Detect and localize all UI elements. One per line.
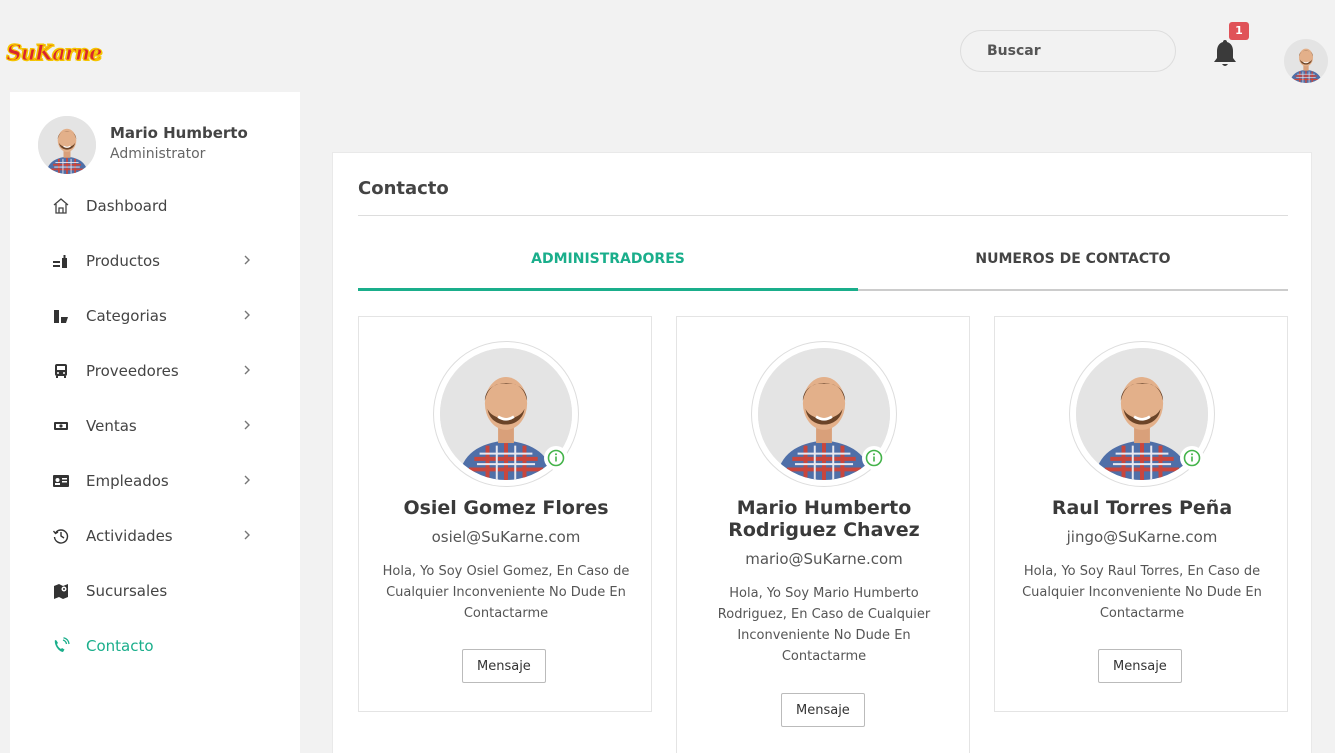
notification-badge: 1	[1229, 22, 1249, 40]
sidebar-item-categorias[interactable]: Categorias	[10, 288, 300, 343]
contact-description: Hola, Yo Soy Mario Humberto Rodriguez, E…	[717, 586, 931, 664]
profile-name: Mario Humberto	[110, 124, 248, 142]
bus-icon	[52, 362, 72, 380]
id-card-icon	[52, 472, 72, 490]
chevron-right-icon	[244, 255, 250, 265]
sidebar-item-actividades[interactable]: Actividades	[10, 508, 300, 563]
brand-logo[interactable]: SuKarne	[6, 36, 103, 68]
contact-avatar-frame	[433, 341, 579, 487]
sidebar-item-label: Productos	[86, 251, 160, 270]
user-avatar[interactable]	[1284, 39, 1328, 83]
info-status-icon[interactable]	[1180, 446, 1204, 470]
search-input[interactable]	[987, 43, 1183, 59]
sidebar-item-label: Proveedores	[86, 361, 179, 380]
contact-avatar-frame	[1069, 341, 1215, 487]
sidebar-item-label: Dashboard	[86, 196, 168, 215]
home-icon	[52, 197, 72, 215]
contact-email: jingo@SuKarne.com	[1066, 528, 1218, 546]
tab-administradores[interactable]: ADMINISTRADORES	[358, 247, 858, 291]
sidebar-menu: Dashboard Productos Categorias Proveedor…	[10, 178, 300, 673]
contact-card: Mario Humberto Rodriguez Chavez mario@Su…	[676, 316, 970, 753]
contact-panel: Contacto ADMINISTRADORES NUMEROS DE CONT…	[332, 152, 1312, 753]
sidebar-item-label: Ventas	[86, 416, 137, 435]
profile-avatar	[38, 116, 96, 174]
money-icon	[52, 417, 72, 435]
sidebar-item-label: Sucursales	[86, 581, 168, 600]
bell-icon[interactable]	[1213, 38, 1237, 68]
sidebar-item-productos[interactable]: Productos	[10, 233, 300, 288]
tab-bar: ADMINISTRADORES NUMEROS DE CONTACTO	[358, 247, 1288, 291]
chevron-right-icon	[244, 475, 250, 485]
phone-icon	[52, 636, 72, 655]
contact-card: Raul Torres Peña jingo@SuKarne.com Hola,…	[994, 316, 1288, 712]
avatar-image	[38, 116, 96, 174]
chevron-right-icon	[244, 530, 250, 540]
chevron-right-icon	[244, 365, 250, 375]
title-divider	[358, 215, 1288, 216]
sidebar-item-label: Actividades	[86, 526, 173, 545]
profile-role: Administrator	[110, 146, 206, 162]
top-bar: SuKarne 1	[6, 10, 1335, 92]
info-status-icon[interactable]	[862, 446, 886, 470]
chevron-right-icon	[244, 310, 250, 320]
categories-icon	[52, 307, 72, 325]
sidebar-item-contacto[interactable]: Contacto	[10, 618, 300, 673]
sidebar-item-dashboard[interactable]: Dashboard	[10, 178, 300, 233]
history-icon	[52, 527, 72, 545]
contact-email: osiel@SuKarne.com	[431, 528, 581, 546]
sidebar-item-label: Categorias	[86, 306, 167, 325]
message-button[interactable]: Mensaje	[462, 649, 546, 683]
message-button[interactable]: Mensaje	[781, 693, 865, 727]
brand-logo-text: SuKarne	[6, 39, 103, 65]
info-status-icon[interactable]	[544, 446, 568, 470]
sidebar-item-proveedores[interactable]: Proveedores	[10, 343, 300, 398]
contact-avatar-frame	[751, 341, 897, 487]
avatar-image	[1284, 39, 1328, 83]
map-icon	[52, 582, 72, 600]
sidebar-item-label: Empleados	[86, 471, 169, 490]
contact-name: Raul Torres Peña	[1051, 497, 1233, 519]
search-box[interactable]	[960, 30, 1183, 72]
message-button[interactable]: Mensaje	[1098, 649, 1182, 683]
sidebar-profile: Mario Humberto Administrator	[38, 116, 288, 176]
products-icon	[52, 252, 72, 270]
contact-name: Osiel Gomez Flores	[403, 497, 609, 519]
sidebar-item-empleados[interactable]: Empleados	[10, 453, 300, 508]
sidebar-item-ventas[interactable]: Ventas	[10, 398, 300, 453]
sidebar-item-label: Contacto	[86, 636, 154, 655]
sidebar: Mario Humberto Administrator Dashboard P…	[10, 92, 300, 753]
page-title: Contacto	[358, 178, 449, 199]
contact-description: Hola, Yo Soy Raul Torres, En Caso de Cua…	[1022, 564, 1262, 621]
sidebar-item-sucursales[interactable]: Sucursales	[10, 563, 300, 618]
contact-card: Osiel Gomez Flores osiel@SuKarne.com Hol…	[358, 316, 652, 712]
chevron-right-icon	[244, 420, 250, 430]
contact-name: Mario Humberto Rodriguez Chavez	[728, 497, 920, 541]
contact-description: Hola, Yo Soy Osiel Gomez, En Caso de Cua…	[382, 564, 630, 621]
tab-numeros-de-contacto[interactable]: NUMEROS DE CONTACTO	[858, 247, 1288, 291]
contact-email: mario@SuKarne.com	[745, 550, 903, 568]
